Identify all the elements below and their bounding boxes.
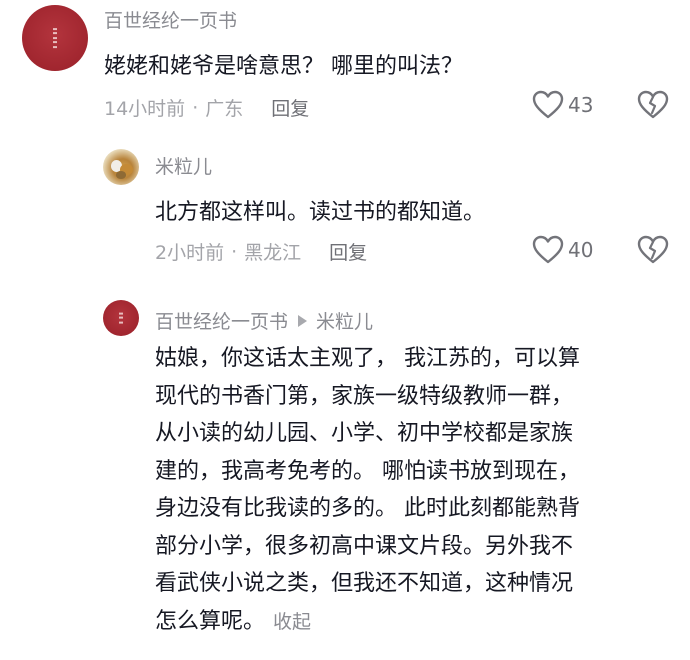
reply-button[interactable]: 回复 [271,94,309,121]
username-text: 百世经纶一页书 [104,10,238,32]
comment-text: 北方都这样叫。读过书的都知道。 [155,200,486,225]
reply-button[interactable]: 回复 [329,238,367,265]
avatar[interactable] [103,149,139,185]
text-line: 部分小学，很多初高中课文片段。另外我不 [155,533,574,559]
seal-mark [119,312,123,324]
text-line: 姑娘，你这话太主观了， 我江苏的，可以算 [155,346,580,371]
username-text: 米粒儿 [155,156,213,178]
like-count: 43 [568,93,594,117]
collapse-button[interactable]: 收起 [273,611,311,633]
dislike-button[interactable] [637,90,669,124]
comment-username[interactable]: 米粒儿 [155,152,212,179]
text-line-last: 怎么算呢。 收起 [155,603,580,642]
like-count: 40 [568,238,594,262]
avatar[interactable] [103,300,139,336]
heart-outline-icon [532,235,564,264]
text-line: 现代的书香门第，家族一级特级教师一群， [155,383,574,409]
comment-username[interactable]: 百世经纶一页书 [104,6,237,33]
like-button[interactable]: 40 [532,235,593,265]
text-line: 身边没有比我读的多的。 此时此刻都能熟背 [155,496,580,521]
play-triangle-icon [298,314,308,327]
text-line-content: 怎么算呢。 [155,608,266,634]
text-line: 看武侠小说之类，但我还不知道，这种情况 [155,571,574,596]
comment-location: 广东 [205,98,244,120]
broken-heart-icon [637,90,669,119]
reply-to-username[interactable]: 米粒儿 [316,307,373,334]
comment-time: 14小时前 [104,98,186,120]
comment-username[interactable]: 百世经纶一页书 米粒儿 [155,307,373,334]
heart-outline-icon [532,90,564,119]
dislike-button[interactable] [637,235,669,269]
meta-separator: · [231,240,238,263]
text-line: 建的，我高考免考的。 哪怕读书放到现在， [155,458,580,484]
broken-heart-icon [637,235,669,264]
comment-text: 姥姥和姥爷是啥意思？ 哪里的叫法？ [104,54,463,79]
like-button[interactable]: 43 [532,90,593,120]
comment-time: 2小时前 [155,242,225,264]
comment-meta: 14小时前 · 广东 回复 [104,94,309,121]
comment-meta: 2小时前 · 黑龙江 回复 [155,238,367,265]
text-line: 从小读的幼儿园、小学、初中学校都是家族 [155,421,574,446]
comment-text: 姑娘，你这话太主观了， 我江苏的，可以算 现代的书香门第，家族一级特级教师一群，… [155,340,580,641]
meta-separator: · [192,96,199,119]
comment-location: 黑龙江 [244,242,302,264]
username-text: 百世经纶一页书 [155,311,289,333]
avatar[interactable] [22,5,88,71]
seal-mark [53,28,57,48]
